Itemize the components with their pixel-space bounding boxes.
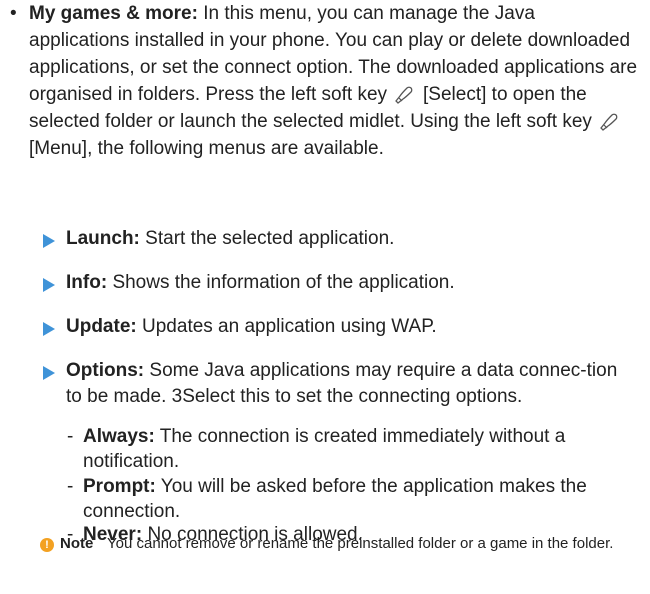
option-text: The connection is created immediately wi… [83,426,566,472]
triangle-bullet-icon [43,278,55,292]
menu-item-options: Options: Some Java applications may requ… [43,358,633,410]
option-prompt: - Prompt: You will be asked before the a… [67,474,637,524]
soft-key-icon [393,84,415,104]
option-title: Always: [83,426,155,447]
option-title: Prompt: [83,476,156,497]
item-title: Update: [66,316,137,337]
note-text: You cannot remove or rename the preinsta… [107,535,614,552]
manual-page: • My games & more: In this menu, you can… [0,0,650,594]
note-label: Note [60,535,94,552]
intro-text-3: [Menu], the following menus are availabl… [29,138,384,159]
item-text: Updates an application using WAP. [142,316,437,337]
note-block: ! Note You cannot remove or rename the pre… [40,534,640,594]
item-text: Shows the information of the application… [112,272,455,293]
item-title: Info: [66,272,108,293]
triangle-bullet-icon [43,234,55,248]
triangle-bullet-icon [43,322,55,336]
info-icon: ! [40,538,54,552]
intro-paragraph: • My games & more: In this menu, you can… [10,0,640,162]
triangle-bullet-icon [43,366,55,380]
dash-marker: - [67,476,74,497]
item-title: Launch: [66,228,140,249]
dash-marker: - [67,426,74,447]
soft-key-icon [598,111,620,131]
menu-item-launch: Launch: Start the selected application. [43,226,633,252]
item-text: Start the selected application. [145,228,395,249]
option-text: You will be asked before the application… [83,476,587,522]
option-always: - Always: The connection is created imme… [67,424,637,474]
bullet-marker: • [10,3,17,24]
menu-item-update: Update: Updates an application using WAP… [43,314,633,340]
item-text: Some Java applications may require a dat… [66,360,618,407]
menu-item-info: Info: Shows the information of the appli… [43,270,633,296]
item-title: Options: [66,360,145,381]
intro-title: My games & more: [29,3,198,24]
